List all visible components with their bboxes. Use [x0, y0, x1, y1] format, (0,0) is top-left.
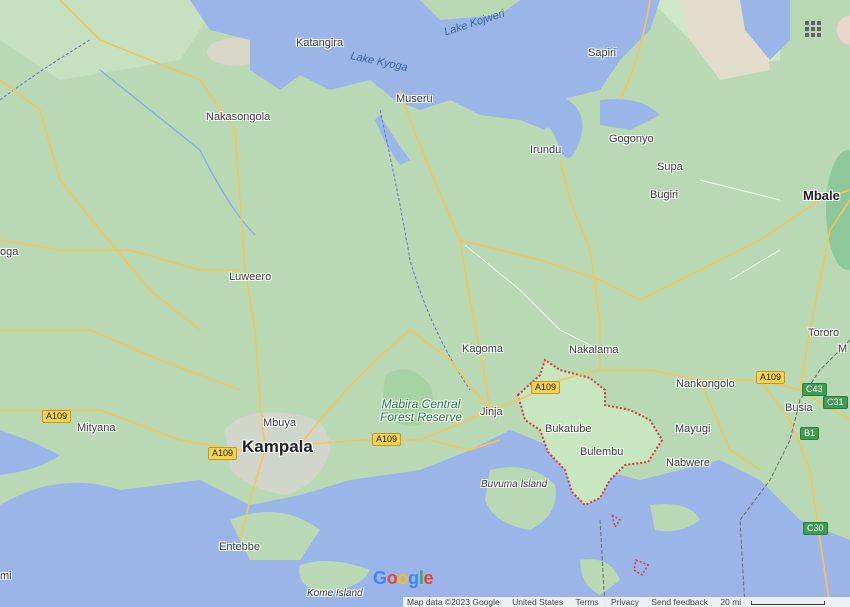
privacy-link[interactable]: Privacy: [611, 597, 639, 607]
place-label: mi: [0, 570, 12, 582]
apps-grid-icon[interactable]: [804, 20, 822, 38]
place-label: Bulembu: [580, 446, 624, 458]
place-label: Katangira: [296, 37, 344, 49]
road-shield: A109: [531, 381, 561, 394]
scale-bar: [751, 600, 826, 605]
place-label: Jinja: [480, 406, 503, 418]
place-label: Bukatube: [545, 423, 592, 435]
road-shield: B1: [800, 427, 820, 440]
place-label: Museru: [396, 93, 433, 105]
road-shield: C30: [803, 522, 828, 535]
place-label: M: [838, 343, 848, 355]
island-label: Kome Island: [307, 588, 363, 599]
road-shield: A109: [372, 433, 402, 446]
place-label-major: Mbale: [803, 188, 840, 203]
place-label: oga: [0, 246, 19, 258]
place-label: Sapiri: [588, 47, 617, 59]
place-label: Nakasongola: [206, 111, 271, 123]
place-label-capital: Kampala: [242, 437, 313, 456]
place-label: Kagoma: [462, 343, 503, 355]
road-shield: A109: [208, 447, 238, 460]
map-data-attribution: Map data ©2023 Google: [407, 597, 500, 607]
place-label: Mityana: [77, 422, 116, 434]
region-link[interactable]: United States: [512, 597, 563, 607]
forest-reserve-label: Mabira Central Forest Reserve: [380, 397, 463, 424]
terms-link[interactable]: Terms: [576, 597, 599, 607]
place-label: Luweero: [229, 271, 272, 283]
road-shield: C31: [823, 396, 848, 409]
place-label: Entebbe: [219, 541, 260, 553]
island-label: Buvuma Island: [481, 479, 548, 490]
place-label: Tororo: [808, 327, 840, 339]
map-canvas[interactable]: [0, 0, 850, 607]
road-shield: A109: [756, 371, 786, 384]
place-label: Nakalama: [569, 344, 619, 356]
place-label: Bugiri: [650, 189, 679, 201]
place-label: Supa: [657, 161, 683, 173]
road-shield: A109: [42, 410, 72, 423]
scale-label[interactable]: 20 mi: [720, 597, 741, 607]
place-label: Irundu: [530, 144, 562, 156]
place-label: Gogonyo: [609, 133, 654, 145]
map-footer: Map data ©2023 Google United States Term…: [403, 597, 850, 607]
place-label: Nankongolo: [676, 378, 735, 390]
place-label: Nabwere: [666, 457, 711, 469]
send-feedback-link[interactable]: Send feedback: [651, 597, 708, 607]
google-logo: Google: [373, 568, 434, 588]
place-label: Busia: [785, 402, 813, 414]
place-label: Mbuya: [263, 417, 297, 429]
road-shield: C43: [802, 383, 827, 396]
place-label: Mayugi: [675, 423, 711, 435]
